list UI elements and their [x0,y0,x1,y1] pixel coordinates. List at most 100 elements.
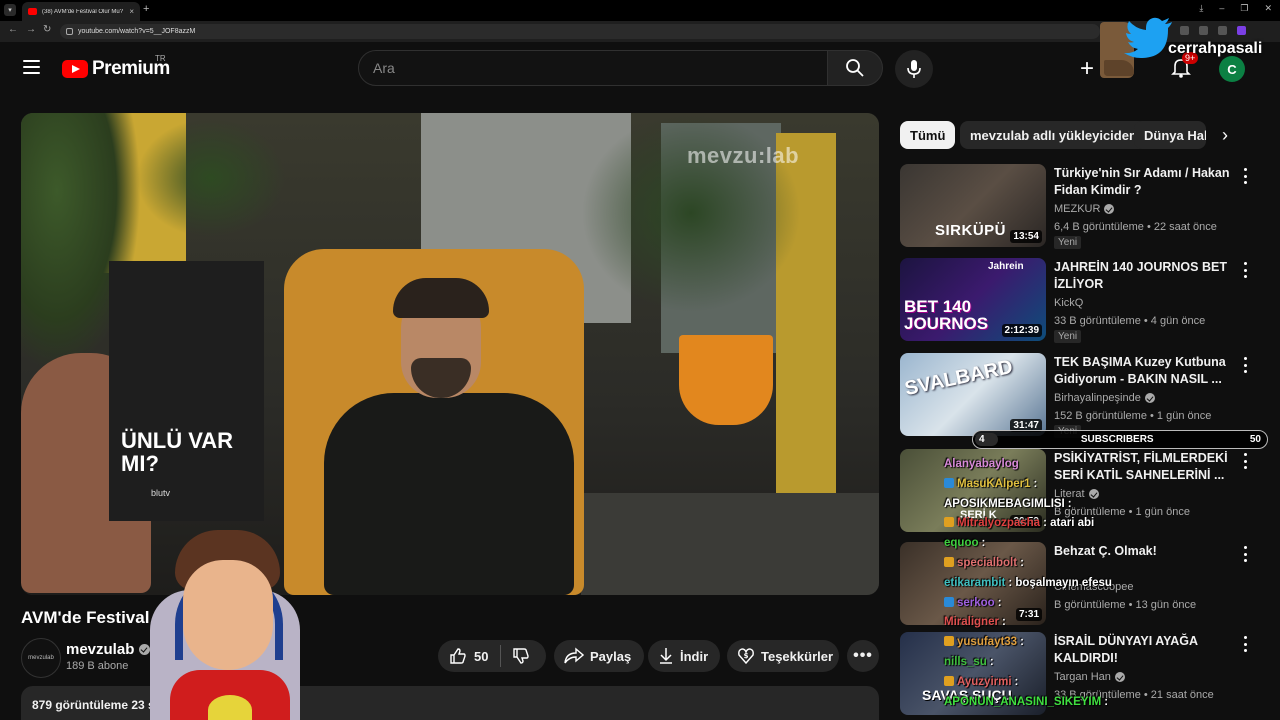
channel-name-row[interactable]: mevzulab [66,641,151,658]
search-input[interactable] [373,60,827,76]
stream-overlay-brand: cerrahpasali [1100,16,1270,82]
forward-button[interactable]: → [26,24,36,35]
chip-all[interactable]: Tümü [900,121,956,149]
url-text: youtube.com/watch?v=5__JOF8azzM [78,28,196,35]
search-button[interactable] [827,50,883,86]
minimize-button[interactable]: – [1219,3,1224,14]
more-options-icon[interactable] [1242,546,1248,562]
chat-text: : [981,537,986,550]
thumbs-up-icon [450,648,466,664]
video-person-body [324,393,574,595]
thumbs-down-icon [513,648,530,664]
site-info-icon[interactable] [66,28,73,35]
browser-tab-bar: ▾ (38) AVM'de Festival Olur Mu? ... × + … [0,0,1280,21]
close-window-button[interactable]: ✕ [1264,3,1272,14]
chat-username: serkoo [957,596,995,609]
tab-search-button[interactable]: ▾ [4,4,16,16]
avatar-ball [208,695,252,720]
download-icon [660,648,672,664]
chat-username: etikarambit [944,576,1006,589]
like-button[interactable] [448,646,468,666]
streamer-avatar-overlay [145,520,305,720]
chat-username: nills_su [944,656,987,668]
recommendation-channel-row: MEZKUR [1054,203,1115,215]
more-options-icon[interactable] [1242,262,1248,278]
window-controls: ⤓ – ❐ ✕ [1199,3,1272,14]
recommendation-item[interactable]: Jahrein BET 140 JOURNOS 2:12:39 JAHREİN … [900,258,1260,343]
video-thumbnail[interactable]: SIRKÜPÜ 13:54 [900,164,1046,247]
recommendation-meta: 33 B görüntüleme • 4 gün önce [1054,315,1206,327]
channel-avatar[interactable]: mevzulab [21,638,61,678]
chat-message: Mitralyozpasha: atari abi [944,517,1094,529]
chat-message: serkoo: [944,596,1002,609]
video-thumbnail[interactable]: Jahrein BET 140 JOURNOS 2:12:39 [900,258,1046,341]
recommendation-meta: 6,4 B görüntüleme • 22 saat önce [1054,221,1217,233]
subscriber-label: SUBSCRIBERS [1080,434,1154,445]
url-field[interactable]: youtube.com/watch?v=5__JOF8azzM [60,24,1100,39]
browser-tab[interactable]: (38) AVM'de Festival Olur Mu? ... × [22,2,140,21]
chat-text: : atari abi [1043,517,1095,530]
chat-message: equoo: [944,537,985,549]
view-stats: 879 görüntüleme 23 sa [32,698,162,712]
chat-message: APONUN_ANASINI_SIKEYIM: [944,696,1108,708]
chat-message: Miraligner: [944,616,1006,628]
avatar-face [183,560,273,670]
new-badge: Yeni [1054,330,1082,343]
downloads-icon[interactable]: ⤓ [1199,3,1203,14]
chat-text: : [1020,557,1024,569]
more-options-icon[interactable] [1242,168,1248,184]
chip-uploader[interactable]: mevzulab adlı yükleyiciden [960,121,1147,149]
chat-message: nills_su: [944,656,994,668]
chat-message: specialbolt: [944,557,1024,569]
twitter-bird-icon [1124,17,1172,58]
restore-button[interactable]: ❐ [1240,3,1248,14]
new-tab-button[interactable]: + [143,3,149,15]
chat-text: : [997,596,1002,609]
recommendation-title[interactable]: JAHREİN 140 JOURNOS BET İZLİYOR [1054,259,1234,293]
youtube-premium-logo[interactable]: Premium TR [62,54,170,80]
share-button[interactable]: Paylaş [554,640,644,672]
video-title: AVM'de Festival [21,608,150,627]
more-options-icon[interactable] [1242,453,1248,469]
recommendation-channel[interactable]: Birhayalinpeşinde [1054,392,1141,404]
create-button[interactable]: + [1070,52,1104,86]
dislike-button[interactable] [511,646,531,666]
chat-badge-icon [944,477,954,488]
svg-text:$: $ [744,652,749,660]
more-options-icon[interactable] [1242,357,1248,373]
chat-username: Ayuzyirmi [957,675,1012,688]
reload-button[interactable]: ↻ [43,24,51,35]
recommendation-item[interactable]: SVALBARD 31:47 TEK BAŞIMA Kuzey Kutbuna … [900,353,1260,438]
poster-subtext: blutv [151,488,171,498]
more-actions-button[interactable]: ••• [847,640,879,672]
chat-message: MasuKAlper1: [944,477,1038,490]
share-icon [564,647,584,664]
logo-region: TR [155,54,166,63]
recommendation-title[interactable]: Türkiye'nin Sır Adamı / Hakan Fidan Kimd… [1054,165,1234,199]
video-plant-mid [136,118,286,238]
back-button[interactable]: ← [8,24,18,35]
tab-close-icon[interactable]: × [129,7,134,16]
video-thumbnail[interactable]: SVALBARD 31:47 [900,353,1046,436]
download-button[interactable]: İndir [648,640,720,672]
recommendation-item[interactable]: SIRKÜPÜ 13:54 Türkiye'nin Sır Adamı / Ha… [900,164,1260,249]
voice-search-button[interactable] [895,50,933,88]
chat-username: Alanyabaylog [944,458,1019,470]
search-box[interactable] [358,50,828,86]
recommendation-channel[interactable]: MEZKUR [1054,203,1100,215]
recommendation-channel[interactable]: KickQ [1054,297,1083,309]
streamer-handle: cerrahpasali [1168,40,1263,57]
video-person-hair [393,278,489,318]
chat-text: : [989,656,994,668]
more-options-icon[interactable] [1242,636,1248,652]
subscriber-goal-bar: 4 SUBSCRIBERS 50 [972,430,1268,449]
tab-title: (38) AVM'de Festival Olur Mu? ... [42,8,125,15]
channel-name[interactable]: mevzulab [66,641,134,658]
recommendation-title[interactable]: TEK BAŞIMA Kuzey Kutbuna Gidiyorum - BAK… [1054,354,1234,388]
chip-world-news[interactable]: Dünya Haberleri [1134,121,1206,149]
menu-icon[interactable] [23,60,40,74]
chat-text: : [1020,636,1024,649]
chat-text: : [1033,477,1038,490]
chevron-right-icon[interactable]: › [1222,125,1228,146]
thanks-button[interactable]: $ Teşekkürler [727,640,839,672]
